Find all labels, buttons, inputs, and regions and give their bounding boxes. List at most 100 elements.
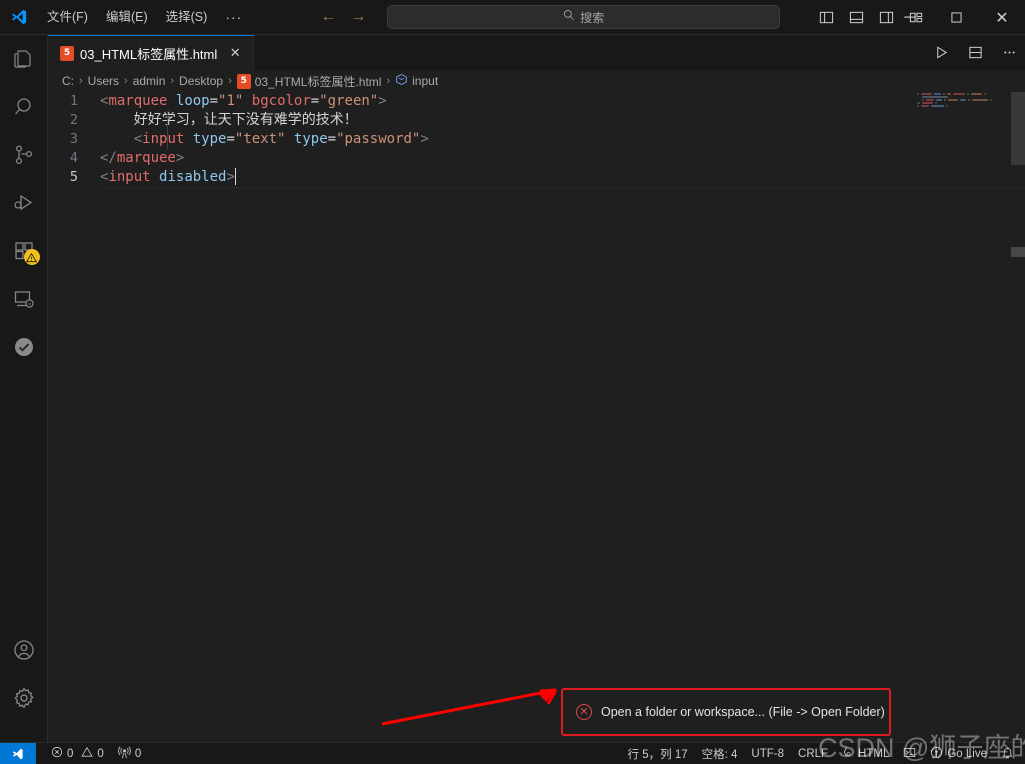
breadcrumb-item-admin[interactable]: admin: [133, 74, 166, 88]
code-line-text: 好好学习，让天下没有难学的技术！: [100, 111, 358, 130]
active-line-border: [100, 187, 1025, 188]
status-errors-count: 0: [67, 747, 74, 760]
notification-message: Open a folder or workspace... (File -> O…: [601, 705, 885, 719]
minimap-token: [922, 101, 934, 104]
status-problems[interactable]: 0 0: [44, 743, 111, 764]
html5-icon: 5: [60, 45, 74, 61]
minimap-token: [917, 101, 921, 104]
activity-testing[interactable]: [0, 323, 48, 371]
activity-source-control[interactable]: [0, 131, 48, 179]
code-line[interactable]: 2 好好学习，让天下没有难学的技术！: [48, 111, 1025, 130]
activity-settings[interactable]: [0, 674, 48, 722]
minimap-token: [983, 92, 986, 95]
breadcrumb-item-users[interactable]: Users: [88, 74, 119, 88]
split-editor-icon[interactable]: [965, 43, 985, 63]
minimap-line: [911, 104, 1011, 107]
search-placeholder: 搜索: [580, 10, 605, 25]
code-token: "password": [336, 131, 421, 147]
activity-explorer[interactable]: [0, 35, 48, 83]
activity-accounts[interactable]: [0, 626, 48, 674]
close-button[interactable]: ✕: [979, 0, 1025, 35]
code-editor[interactable]: 1 <marquee loop="1" bgcolor="green"> 2 好好学…: [48, 92, 1025, 746]
indent-guide: [167, 111, 168, 149]
code-token: "1": [218, 93, 244, 109]
code-line-text: <input type="text" type="password">: [100, 130, 429, 149]
go-forward-icon[interactable]: →: [349, 9, 367, 25]
status-language-mode[interactable]: HTML: [835, 743, 896, 764]
close-icon[interactable]: ✕: [227, 45, 243, 61]
toggle-panel-icon[interactable]: [848, 9, 864, 25]
text-cursor: [234, 167, 237, 185]
minimize-button[interactable]: ─: [887, 0, 933, 35]
breadcrumb-separator: ›: [228, 75, 232, 87]
line-number: 5: [69, 169, 78, 185]
maximize-button[interactable]: [933, 0, 979, 35]
minimap-token: [946, 92, 952, 95]
breadcrumb-item-symbol[interactable]: input: [412, 74, 438, 88]
minimap-token: [934, 92, 941, 95]
minimap-token: [917, 104, 919, 107]
activity-extensions[interactable]: [0, 227, 48, 275]
status-terminal[interactable]: [896, 743, 923, 764]
extensions-warning-badge: [23, 249, 40, 265]
code-line-text: <input disabled>: [100, 167, 237, 187]
menu-file[interactable]: 文件(F): [38, 6, 97, 28]
breadcrumb-item-file[interactable]: 03_HTML标签属性.html: [255, 73, 382, 90]
notification-toast[interactable]: ✕ Open a folder or workspace... (File ->…: [561, 688, 891, 736]
terminal-icon: [903, 746, 916, 762]
toggle-primary-sidebar-icon[interactable]: [818, 9, 834, 25]
play-icon[interactable]: [931, 43, 951, 63]
code-line[interactable]: 5 <input disabled>: [48, 167, 1025, 187]
breadcrumb-separator: ›: [79, 75, 83, 87]
broadcast-icon: [930, 746, 943, 762]
status-eol[interactable]: CRLF: [791, 743, 835, 764]
minimap-token: [922, 95, 948, 98]
breadcrumb-item-desktop[interactable]: Desktop: [179, 74, 223, 88]
code-lines[interactable]: 1 <marquee loop="1" bgcolor="green"> 2 好好学…: [48, 92, 1025, 187]
status-encoding[interactable]: UTF-8: [744, 743, 791, 764]
status-warnings-count: 0: [97, 747, 104, 760]
menu-selection[interactable]: 选择(S): [157, 6, 217, 28]
status-go-live[interactable]: Go Live: [923, 743, 994, 764]
symbol-field-icon: [395, 73, 408, 89]
menu-edit[interactable]: 编辑(E): [97, 6, 157, 28]
command-search-input[interactable]: 搜索: [387, 5, 781, 29]
code-token: "text": [234, 131, 286, 147]
minimap-token: [926, 98, 934, 101]
scrollbar-thumb[interactable]: [1011, 92, 1025, 165]
editor-tab[interactable]: 5 03_HTML标签属性.html ✕: [48, 35, 255, 70]
menu-bar: 文件(F) 编辑(E) 选择(S) ···: [38, 0, 251, 35]
status-bar: 0 0 0 行 5，列 17 空格: 4 UTF-8 CRLF HTML Go …: [0, 742, 1025, 764]
activity-search[interactable]: [0, 83, 48, 131]
activity-remote-explorer[interactable]: ×: [0, 275, 48, 323]
remote-window-icon[interactable]: [0, 742, 36, 764]
status-bar-right: 行 5，列 17 空格: 4 UTF-8 CRLF HTML Go Live: [621, 743, 1025, 764]
code-line[interactable]: 3 <input type="text" type="password">: [48, 130, 1025, 149]
editor-scrollbar[interactable]: [1011, 92, 1025, 746]
status-indentation[interactable]: 空格: 4: [695, 743, 745, 764]
code-line[interactable]: 4 </marquee>: [48, 149, 1025, 168]
status-notifications[interactable]: [994, 743, 1021, 764]
ellipsis-icon[interactable]: [999, 43, 1019, 63]
minimap-token: [931, 104, 944, 107]
minimap-token: [966, 92, 969, 95]
code-token: disabled: [159, 169, 227, 185]
minimap[interactable]: [911, 92, 1011, 746]
code-token: </: [100, 150, 117, 166]
code-token: =: [226, 131, 235, 147]
code-token: bgcolor: [251, 93, 311, 109]
code-token: >: [420, 131, 429, 147]
go-back-icon[interactable]: ←: [319, 9, 337, 25]
status-ports[interactable]: 0: [111, 743, 148, 764]
status-cursor-position[interactable]: 行 5，列 17: [621, 743, 695, 764]
activity-bar: ×: [0, 35, 48, 746]
minimap-token: [922, 98, 924, 101]
line-number: 3: [69, 131, 78, 147]
activity-run-debug[interactable]: [0, 179, 48, 227]
breadcrumb-item-drive[interactable]: C:: [62, 74, 74, 88]
code-line[interactable]: 1 <marquee loop="1" bgcolor="green">: [48, 92, 1025, 111]
menu-overflow-button[interactable]: ···: [216, 9, 251, 25]
